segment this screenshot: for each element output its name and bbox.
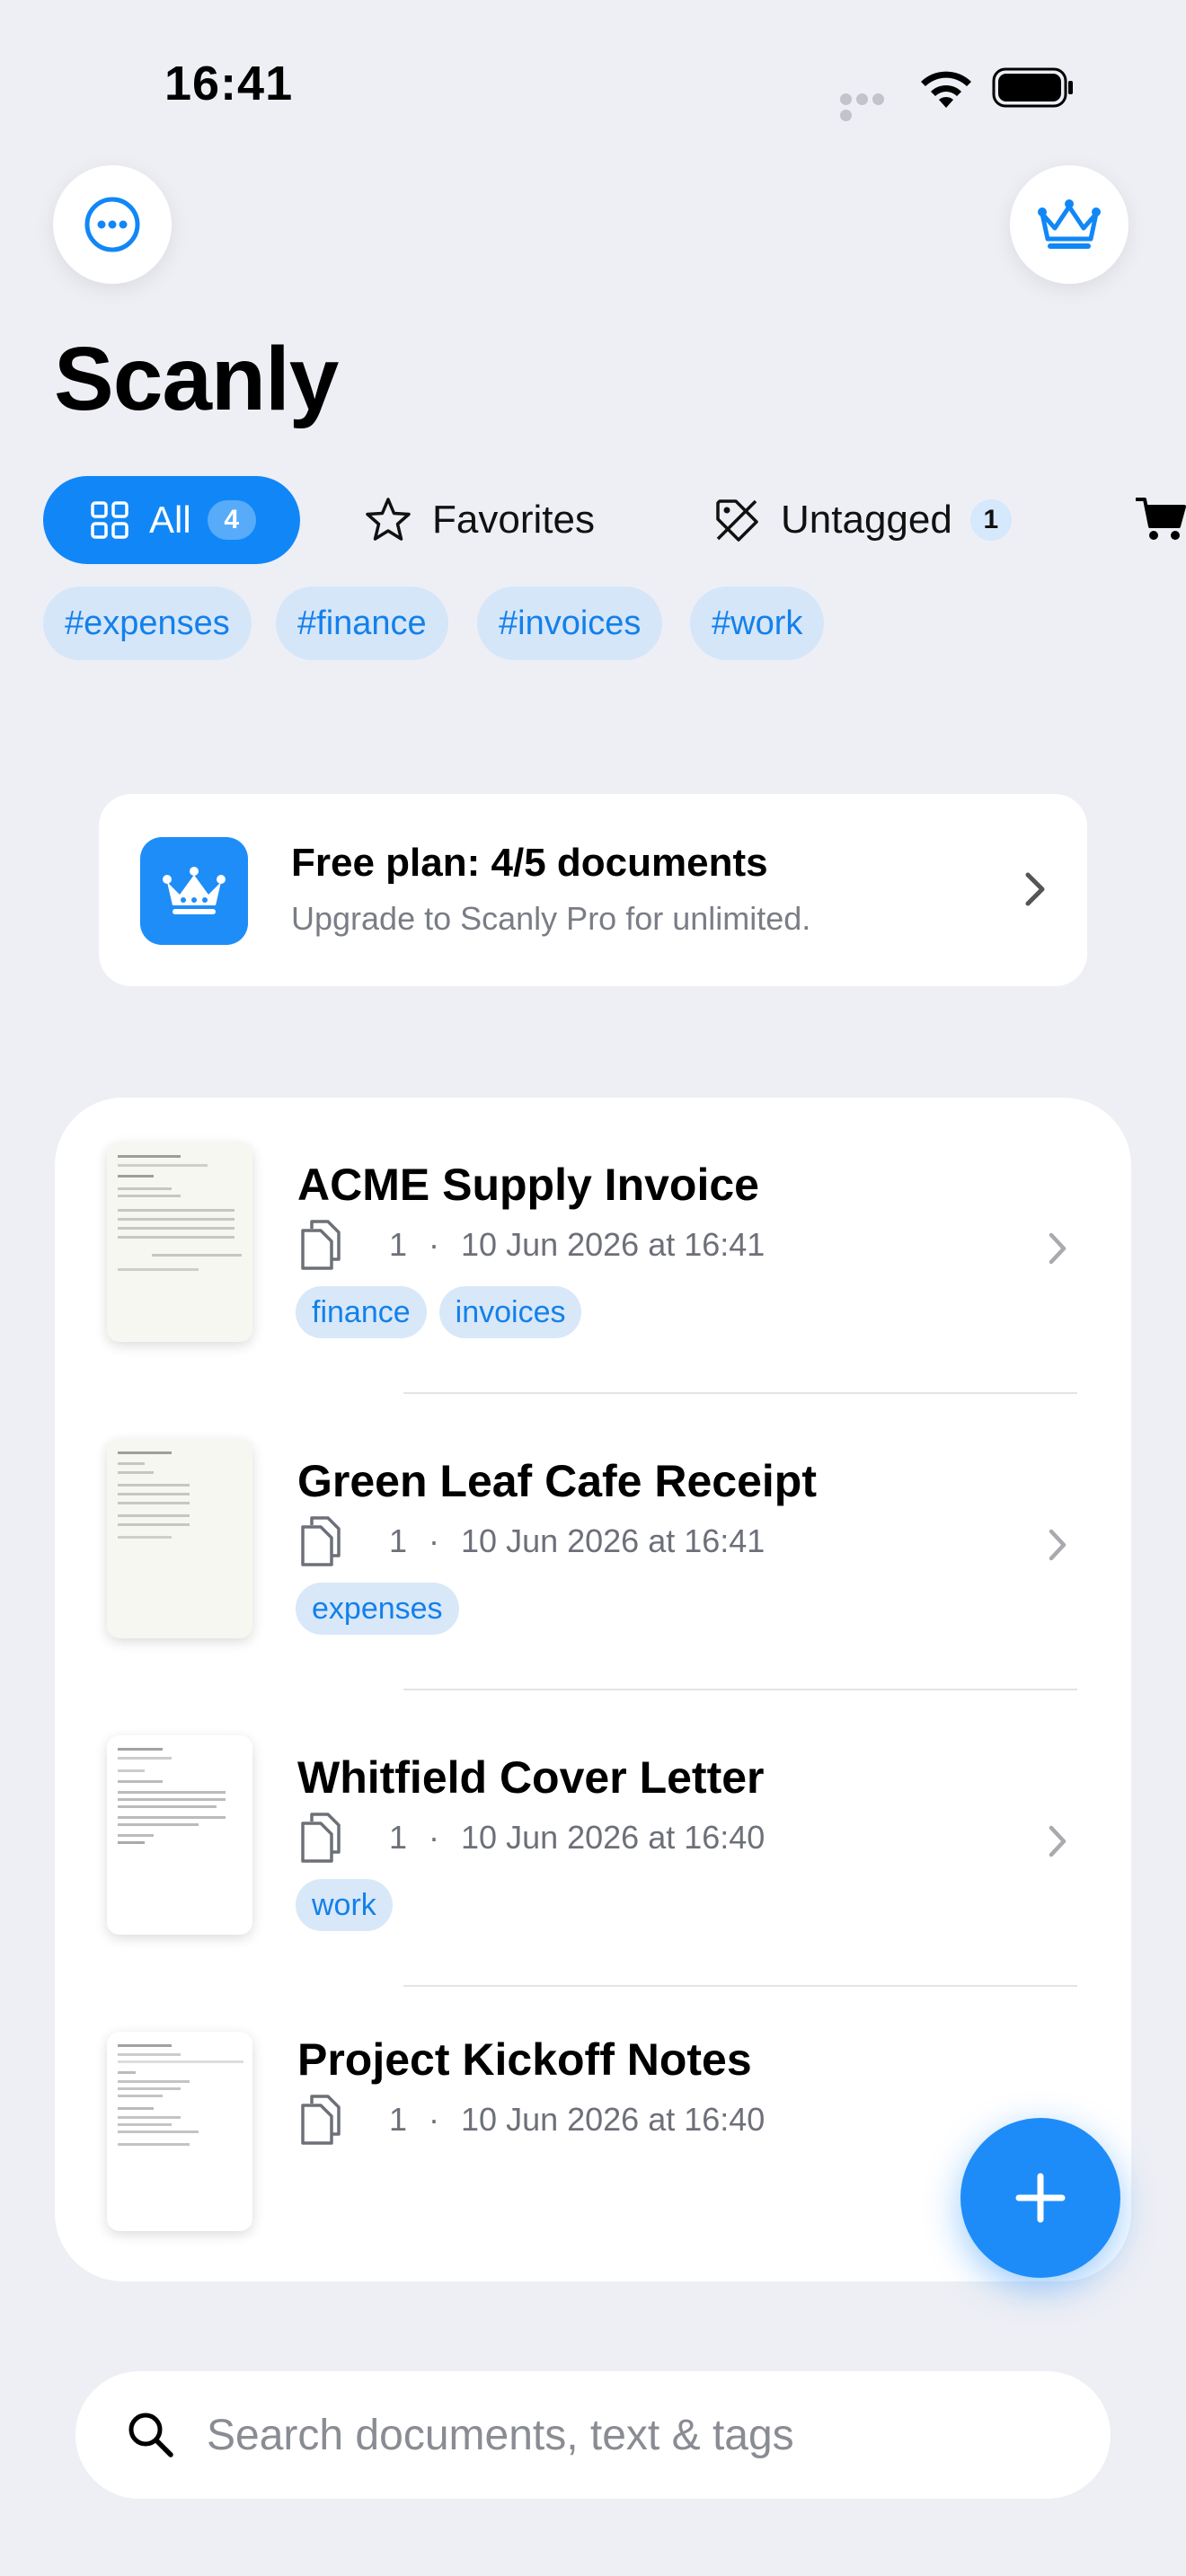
pages-icon — [301, 1813, 341, 1863]
upgrade-banner[interactable]: Free plan: 4/5 documents Upgrade to Scan… — [99, 794, 1087, 986]
document-title: Green Leaf Cafe Receipt — [297, 1456, 817, 1506]
tag-chip-expenses[interactable]: #expenses — [43, 587, 252, 660]
chevron-right-icon — [1049, 1529, 1067, 1561]
upgrade-title: Free plan: 4/5 documents — [291, 841, 768, 885]
cart-icon — [1136, 498, 1186, 540]
document-tag[interactable]: work — [296, 1879, 393, 1931]
document-date: 10 Jun 2026 at 16:41 — [461, 1226, 766, 1263]
crown-icon — [1038, 199, 1101, 249]
ellipsis-circle-icon — [84, 197, 140, 252]
document-row[interactable]: Green Leaf Cafe Receipt 1 · 10 Jun 2026 … — [55, 1394, 1131, 1690]
document-row[interactable]: ACME Supply Invoice 1 · 10 Jun 2026 at 1… — [55, 1098, 1131, 1394]
tag-chip-work[interactable]: #work — [690, 587, 825, 660]
page-count: 1 — [389, 2101, 408, 2138]
tab-untagged[interactable]: Untagged 1 — [712, 476, 1012, 564]
document-tag[interactable]: invoices — [438, 1286, 582, 1338]
document-tags: expenses — [296, 1583, 459, 1635]
cellular-signal-icon — [840, 93, 901, 121]
document-meta: 1 · 10 Jun 2026 at 16:41 — [297, 1514, 765, 1568]
upgrade-subtitle: Upgrade to Scanly Pro for unlimited. — [291, 900, 811, 937]
chevron-right-icon — [1049, 1825, 1067, 1857]
add-document-button[interactable] — [960, 2118, 1120, 2278]
wifi-icon — [921, 71, 971, 108]
document-thumbnail — [107, 2032, 252, 2231]
document-date: 10 Jun 2026 at 16:41 — [461, 1522, 766, 1559]
meta-separator: · — [429, 1819, 440, 1856]
grid-icon — [91, 501, 128, 539]
tab-shopping[interactable] — [1134, 494, 1186, 547]
page-count: 1 — [389, 1522, 408, 1559]
document-tag[interactable]: finance — [296, 1286, 427, 1338]
document-title: ACME Supply Invoice — [297, 1160, 759, 1210]
search-bar[interactable] — [75, 2371, 1111, 2499]
meta-separator: · — [429, 1522, 440, 1559]
meta-separator: · — [429, 2101, 440, 2138]
page-title: Scanly — [54, 329, 339, 429]
plus-icon — [1015, 2173, 1066, 2223]
document-row[interactable]: Project Kickoff Notes 1 · 10 Jun 2026 at… — [55, 1987, 1131, 2283]
tag-chip-invoices[interactable]: #invoices — [477, 587, 663, 660]
status-time: 16:41 — [164, 57, 294, 110]
tab-favorites[interactable]: Favorites — [364, 476, 595, 564]
pages-icon — [301, 1220, 341, 1270]
page-count: 1 — [389, 1819, 408, 1856]
page-count: 1 — [389, 1226, 408, 1263]
star-icon — [366, 498, 411, 541]
document-title: Project Kickoff Notes — [297, 2034, 752, 2085]
tab-favorites-label: Favorites — [432, 498, 595, 542]
upgrade-crown-badge — [140, 837, 248, 945]
tab-all[interactable]: All 4 — [43, 476, 300, 564]
document-meta: 1 · 10 Jun 2026 at 16:40 — [297, 1811, 765, 1865]
document-meta: 1 · 10 Jun 2026 at 16:40 — [297, 2093, 765, 2147]
search-input[interactable] — [205, 2409, 1017, 2461]
meta-separator: · — [429, 1226, 440, 1263]
document-tag[interactable]: expenses — [296, 1583, 459, 1635]
crown-icon — [163, 867, 226, 914]
document-thumbnail — [107, 1142, 252, 1342]
document-thumbnail — [107, 1439, 252, 1638]
document-meta: 1 · 10 Jun 2026 at 16:41 — [297, 1218, 765, 1272]
pages-icon — [301, 2095, 341, 2145]
document-tags: work — [296, 1879, 393, 1931]
search-icon — [128, 2413, 173, 2457]
pages-icon — [301, 1516, 341, 1566]
document-date: 10 Jun 2026 at 16:40 — [461, 2101, 766, 2138]
tab-untagged-count-badge: 1 — [969, 499, 1012, 541]
document-list: ACME Supply Invoice 1 · 10 Jun 2026 at 1… — [55, 1098, 1131, 2281]
chevron-right-icon — [1049, 1232, 1067, 1265]
document-thumbnail — [107, 1735, 252, 1935]
tab-all-count-badge: 4 — [207, 500, 256, 540]
tag-slash-icon — [716, 499, 758, 542]
tag-chip-finance[interactable]: #finance — [276, 587, 448, 660]
tab-untagged-label: Untagged — [781, 498, 952, 542]
document-title: Whitfield Cover Letter — [297, 1752, 765, 1803]
upgrade-pro-button[interactable] — [1010, 165, 1128, 284]
document-tags: finance invoices — [296, 1286, 582, 1338]
more-options-button[interactable] — [53, 165, 172, 284]
tab-all-label: All — [149, 498, 191, 541]
battery-icon — [992, 67, 1073, 108]
chevron-right-icon — [1025, 872, 1045, 906]
document-row[interactable]: Whitfield Cover Letter 1 · 10 Jun 2026 a… — [55, 1690, 1131, 1987]
document-date: 10 Jun 2026 at 16:40 — [461, 1819, 766, 1856]
